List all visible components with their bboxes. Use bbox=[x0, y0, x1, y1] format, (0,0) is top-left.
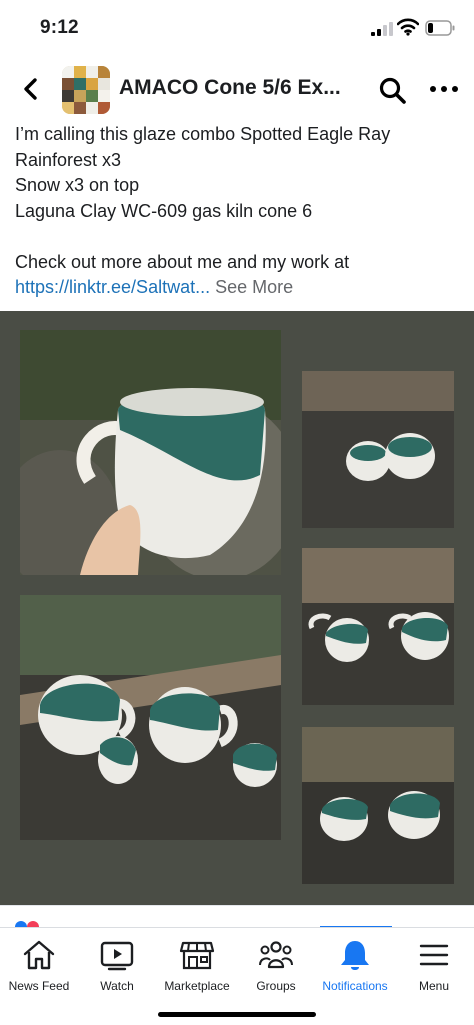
photo-collage bbox=[0, 311, 474, 905]
tab-menu[interactable]: Menu bbox=[387, 928, 474, 1012]
bottom-tab-bar: News Feed Watch Marketplace Groups Notif… bbox=[0, 927, 474, 1012]
photo-mugs-side-by-side[interactable] bbox=[302, 727, 454, 884]
video-play-icon bbox=[100, 941, 134, 971]
home-icon bbox=[23, 940, 55, 970]
hamburger-menu-icon bbox=[419, 944, 449, 966]
status-bar: 9:12 bbox=[0, 0, 474, 56]
post-text: I’m calling this glaze combo Spotted Eag… bbox=[15, 122, 465, 301]
bell-icon bbox=[341, 941, 369, 970]
search-icon[interactable] bbox=[378, 76, 408, 106]
battery-icon bbox=[425, 20, 455, 36]
post-line: I’m calling this glaze combo Spotted Eag… bbox=[15, 124, 391, 144]
status-time: 9:12 bbox=[40, 17, 79, 38]
post-line: Check out more about me and my work at bbox=[15, 251, 350, 272]
photo-three-mugs[interactable] bbox=[20, 595, 281, 840]
group-title[interactable]: AMACO Cone 5/6 Ex... bbox=[119, 76, 341, 100]
post-link-line: https://linktr.ee/Saltwat... See More bbox=[15, 275, 465, 301]
post-line: Snow x3 on top bbox=[15, 175, 140, 195]
more-options-icon[interactable] bbox=[428, 78, 460, 100]
post-line: Rainforest x3 bbox=[15, 149, 122, 170]
post-line-blank bbox=[15, 224, 465, 250]
cellular-signal-icon bbox=[371, 22, 393, 36]
group-avatar[interactable] bbox=[62, 66, 110, 114]
wifi-icon bbox=[397, 18, 419, 36]
photo-mug-in-hand[interactable] bbox=[20, 330, 281, 575]
tab-label: Menu bbox=[418, 979, 450, 993]
photo-two-mugs[interactable] bbox=[302, 548, 454, 705]
reaction-strip bbox=[0, 905, 474, 933]
group-header: AMACO Cone 5/6 Ex... bbox=[0, 56, 474, 122]
see-more-link[interactable]: See More bbox=[210, 277, 293, 297]
storefront-icon bbox=[179, 941, 215, 970]
back-arrow-icon[interactable] bbox=[18, 74, 44, 104]
post-link[interactable]: https://linktr.ee/Saltwat... bbox=[15, 277, 210, 297]
home-indicator[interactable] bbox=[158, 1012, 316, 1017]
post-line: Laguna Clay WC-609 gas kiln cone 6 bbox=[15, 200, 313, 221]
photo-two-cups[interactable] bbox=[302, 371, 454, 528]
groups-icon bbox=[259, 941, 293, 969]
